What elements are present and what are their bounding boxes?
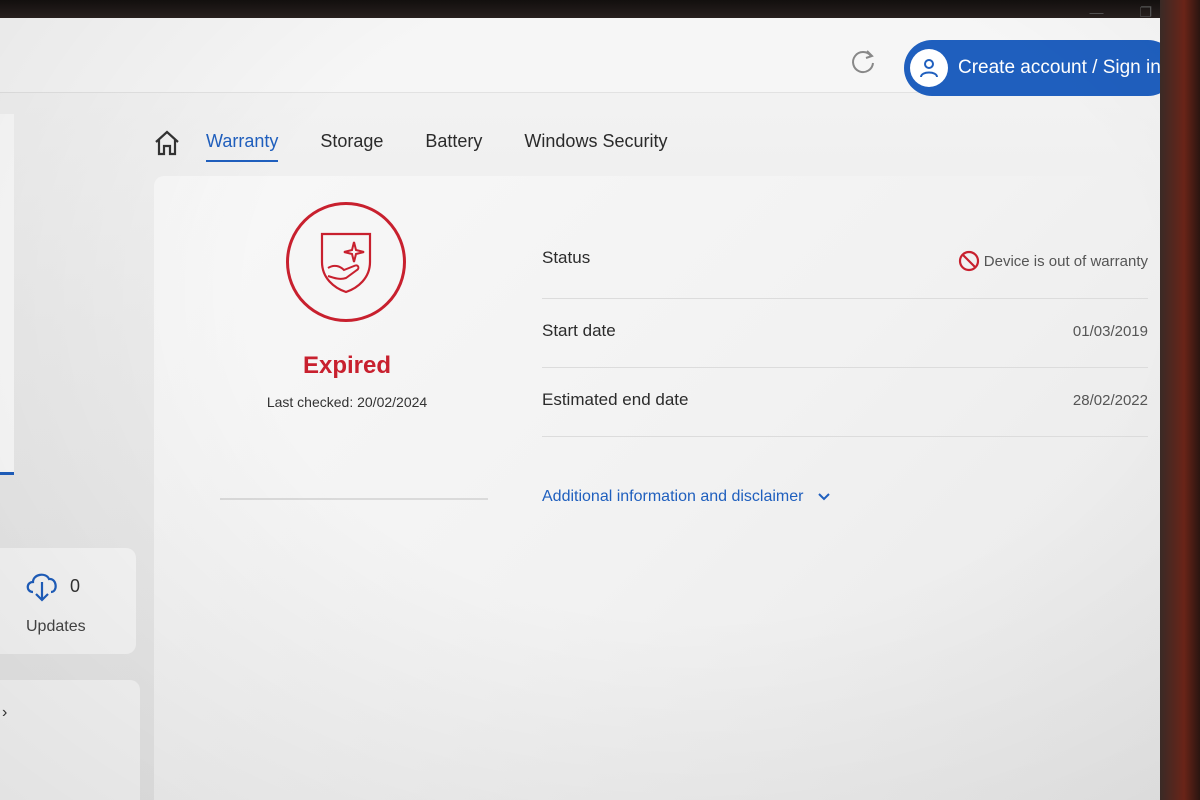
end-date-label: Estimated end date	[542, 390, 689, 409]
updates-label: Updates	[26, 618, 86, 635]
screen-bezel-top	[0, 0, 1200, 20]
divider	[220, 498, 488, 500]
start-date-value: 01/03/2019	[1072, 323, 1148, 340]
shield-hand-icon	[320, 232, 372, 294]
account-sign-in-button[interactable]: Create account / Sign in	[904, 40, 1170, 96]
app-window: Create account / Sign in 0 Updates › War…	[0, 18, 1170, 800]
chevron-right-icon: ›	[2, 704, 8, 721]
tab-windows-security[interactable]: Windows Security	[524, 131, 667, 156]
start-date-label: Start date	[542, 321, 616, 340]
status-label: Status	[542, 248, 591, 267]
start-date-row: Start date 01/03/2019	[542, 299, 1148, 368]
user-icon	[910, 49, 948, 87]
end-date-value: 28/02/2022	[1072, 392, 1148, 409]
chevron-down-icon	[818, 493, 831, 501]
end-date-row: Estimated end date 28/02/2022	[542, 368, 1148, 437]
sidebar-card-lower[interactable]: ›	[0, 680, 140, 800]
tab-bar: Warranty Storage Battery Windows Securit…	[150, 116, 709, 170]
warranty-card: Expired Last checked: 20/02/2024 Status …	[154, 176, 1170, 800]
home-button[interactable]	[150, 126, 184, 160]
status-value-text: Device is out of warranty	[983, 252, 1148, 270]
warranty-details: Status Device is out of warranty Start d…	[542, 236, 1148, 437]
updates-card[interactable]: 0 Updates	[0, 548, 136, 654]
tab-warranty[interactable]: Warranty	[206, 131, 279, 162]
last-checked-text: Last checked: 20/02/2024	[266, 394, 428, 410]
account-button-label: Create account / Sign in	[958, 57, 1161, 78]
status-value: Device is out of warranty	[958, 250, 1148, 272]
screen-bezel-right	[1160, 0, 1200, 800]
refresh-icon	[852, 50, 874, 74]
tab-storage[interactable]: Storage	[320, 131, 383, 156]
refresh-button[interactable]	[848, 46, 878, 76]
top-bar: Create account / Sign in	[0, 18, 1170, 96]
home-icon	[155, 130, 179, 156]
cloud-download-icon	[26, 573, 57, 602]
sidebar-card[interactable]	[0, 114, 14, 475]
prohibited-icon	[958, 250, 979, 272]
status-row: Status Device is out of warranty	[542, 236, 1148, 299]
disclaimer-label: Additional information and disclaimer	[542, 488, 804, 505]
updates-count: 0	[70, 576, 81, 596]
warranty-status-title: Expired	[302, 352, 392, 379]
warranty-badge	[286, 202, 406, 322]
tab-battery[interactable]: Battery	[425, 131, 482, 156]
disclaimer-toggle[interactable]: Additional information and disclaimer	[542, 488, 831, 506]
